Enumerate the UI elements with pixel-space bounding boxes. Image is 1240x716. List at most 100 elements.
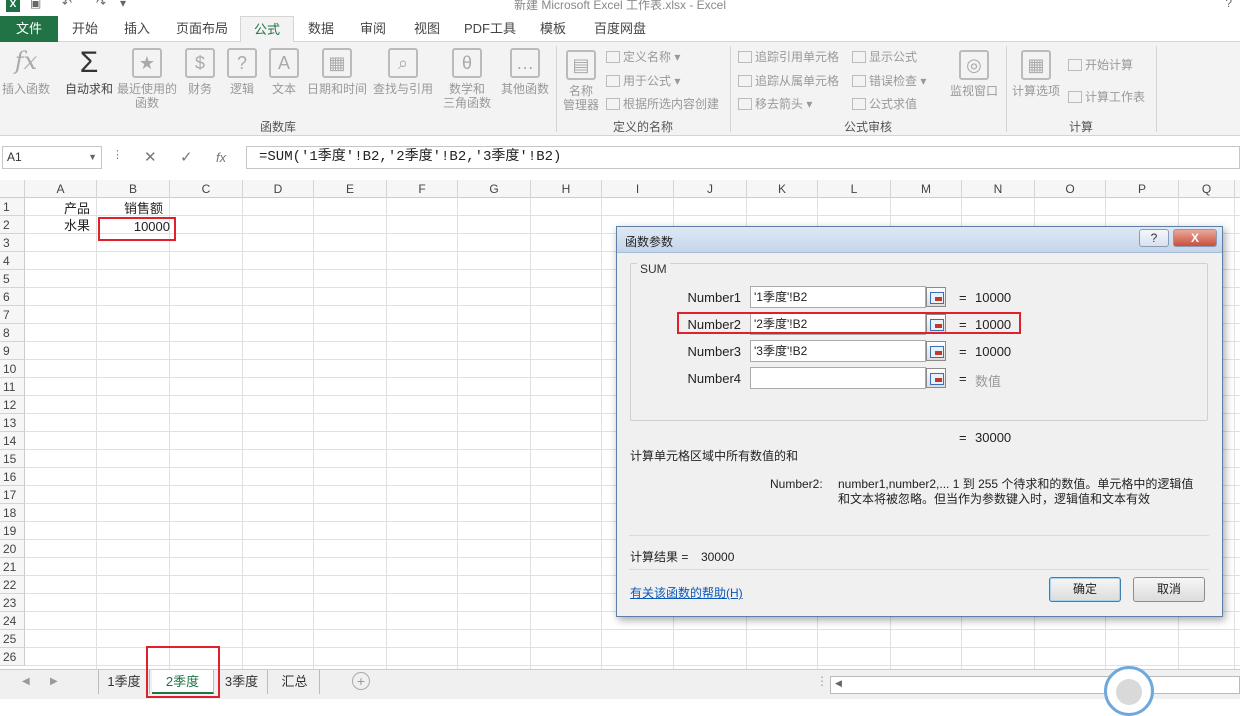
watch-window-button[interactable]: ◎ 监视窗口 <box>946 50 1002 98</box>
dialog-title-bar[interactable]: 函数参数 ? X <box>617 227 1222 253</box>
financial-button[interactable]: $ 财务 <box>182 48 218 96</box>
column-header-n[interactable]: N <box>962 180 1035 198</box>
tab-pdf-tools[interactable]: PDF工具 <box>458 16 522 42</box>
row-header-11[interactable]: 11 <box>0 378 25 396</box>
datetime-button[interactable]: ▦ 日期和时间 <box>306 48 368 96</box>
evaluate-formula-button[interactable]: 公式求值 <box>852 95 917 112</box>
name-box[interactable]: A1 ▼ <box>2 146 102 169</box>
row-header-8[interactable]: 8 <box>0 324 25 342</box>
row-header-20[interactable]: 20 <box>0 540 25 558</box>
ref-collapse-icon[interactable] <box>926 368 946 388</box>
drag-handle-icon[interactable]: ⋮ <box>816 674 828 688</box>
cell-a1[interactable]: 产品 <box>64 200 90 218</box>
cell-b1[interactable]: 销售额 <box>124 200 163 218</box>
tab-templates[interactable]: 模板 <box>530 16 576 42</box>
cancel-x-icon[interactable]: ✕ <box>144 148 157 166</box>
insert-function-button[interactable]: fx 插入函数 <box>2 48 50 96</box>
name-manager-button[interactable]: ▤ 名称 管理器 <box>560 50 602 112</box>
assistant-avatar[interactable] <box>1104 666 1154 716</box>
column-header-h[interactable]: H <box>531 180 602 198</box>
math-trig-button[interactable]: θ 数学和 三角函数 <box>436 48 498 110</box>
select-all-corner[interactable] <box>0 180 25 198</box>
column-header-m[interactable]: M <box>891 180 962 198</box>
chevron-down-icon[interactable]: ▼ <box>88 147 97 168</box>
tab-formulas[interactable]: 公式 <box>240 16 294 43</box>
column-header-f[interactable]: F <box>387 180 458 198</box>
row-header-4[interactable]: 4 <box>0 252 25 270</box>
drag-handle-icon[interactable]: ⋮ <box>112 148 123 161</box>
trace-dependents-button[interactable]: 追踪从属单元格 <box>738 72 839 89</box>
calculate-now-button[interactable]: 开始计算 <box>1068 56 1133 73</box>
fx-icon[interactable]: fx <box>216 150 226 165</box>
text-button[interactable]: A 文本 <box>266 48 302 96</box>
cell-a2[interactable]: 水果 <box>64 217 90 235</box>
column-header-b[interactable]: B <box>97 180 170 198</box>
scroll-left-icon[interactable]: ◀ <box>22 676 30 687</box>
tab-page-layout[interactable]: 页面布局 <box>168 16 236 42</box>
row-header-22[interactable]: 22 <box>0 576 25 594</box>
use-in-formula-button[interactable]: 用于公式 ▾ <box>606 72 680 89</box>
column-header-i[interactable]: I <box>602 180 674 198</box>
autosum-button[interactable]: Σ 自动求和 <box>62 48 116 97</box>
ok-button[interactable]: 确定 <box>1049 577 1121 602</box>
remove-arrows-button[interactable]: 移去箭头 ▾ <box>738 95 812 112</box>
help-icon[interactable]: ? <box>1225 0 1232 10</box>
calculate-sheet-button[interactable]: 计算工作表 <box>1068 88 1145 105</box>
show-formulas-button[interactable]: 显示公式 <box>852 48 917 65</box>
arg-input-number1[interactable]: '1季度'!B2 <box>750 286 926 308</box>
tab-insert[interactable]: 插入 <box>114 16 160 42</box>
function-help-link[interactable]: 有关该函数的帮助(H) <box>630 584 743 601</box>
tab-file[interactable]: 文件 <box>0 16 58 42</box>
recent-functions-button[interactable]: ★ 最近使用的 函数 <box>116 48 178 110</box>
logical-button[interactable]: ? 逻辑 <box>224 48 260 96</box>
row-header-6[interactable]: 6 <box>0 288 25 306</box>
column-header-p[interactable]: P <box>1106 180 1179 198</box>
trace-precedents-button[interactable]: 追踪引用单元格 <box>738 48 839 65</box>
column-header-e[interactable]: E <box>314 180 387 198</box>
row-header-16[interactable]: 16 <box>0 468 25 486</box>
column-header-a[interactable]: A <box>25 180 97 198</box>
row-header-10[interactable]: 10 <box>0 360 25 378</box>
column-header-c[interactable]: C <box>170 180 243 198</box>
column-header-d[interactable]: D <box>243 180 314 198</box>
arg-input-number4[interactable] <box>750 367 926 389</box>
row-header-25[interactable]: 25 <box>0 630 25 648</box>
row-header-18[interactable]: 18 <box>0 504 25 522</box>
tab-review[interactable]: 审阅 <box>350 16 396 42</box>
row-header-17[interactable]: 17 <box>0 486 25 504</box>
tab-home[interactable]: 开始 <box>62 16 108 42</box>
row-header-12[interactable]: 12 <box>0 396 25 414</box>
row-header-15[interactable]: 15 <box>0 450 25 468</box>
error-checking-button[interactable]: 错误检查 ▾ <box>852 72 926 89</box>
tab-view[interactable]: 视图 <box>404 16 450 42</box>
column-header-g[interactable]: G <box>458 180 531 198</box>
calculation-options-button[interactable]: ▦ 计算选项 <box>1008 50 1064 98</box>
check-icon[interactable]: ✓ <box>180 148 193 166</box>
arg-input-number3[interactable]: '3季度'!B2 <box>750 340 926 362</box>
tab-baidu-netdisk[interactable]: 百度网盘 <box>586 16 654 42</box>
tab-data[interactable]: 数据 <box>298 16 344 42</box>
row-header-21[interactable]: 21 <box>0 558 25 576</box>
row-header-26[interactable]: 26 <box>0 648 25 666</box>
column-header-q[interactable]: Q <box>1179 180 1235 198</box>
horizontal-scrollbar[interactable]: ◀ <box>830 676 1240 694</box>
column-header-k[interactable]: K <box>747 180 818 198</box>
row-header-13[interactable]: 13 <box>0 414 25 432</box>
add-sheet-icon[interactable]: + <box>352 672 370 690</box>
scroll-left-icon[interactable]: ◀ <box>835 678 842 689</box>
ref-collapse-icon[interactable] <box>926 341 946 361</box>
row-header-23[interactable]: 23 <box>0 594 25 612</box>
sheet-tab-q3[interactable]: 3季度 <box>216 670 268 694</box>
formula-input[interactable]: =SUM('1季度'!B2,'2季度'!B2,'3季度'!B2) <box>246 146 1240 169</box>
sheet-tab-q1[interactable]: 1季度 <box>98 670 150 694</box>
row-header-7[interactable]: 7 <box>0 306 25 324</box>
row-header-14[interactable]: 14 <box>0 432 25 450</box>
create-from-selection-button[interactable]: 根据所选内容创建 <box>606 95 719 112</box>
column-header-l[interactable]: L <box>818 180 891 198</box>
row-header-9[interactable]: 9 <box>0 342 25 360</box>
column-header-j[interactable]: J <box>674 180 747 198</box>
row-header-2[interactable]: 2 <box>0 216 25 234</box>
row-header-19[interactable]: 19 <box>0 522 25 540</box>
sheet-tab-summary[interactable]: 汇总 <box>270 670 320 694</box>
dialog-close-button[interactable]: X <box>1173 229 1217 247</box>
